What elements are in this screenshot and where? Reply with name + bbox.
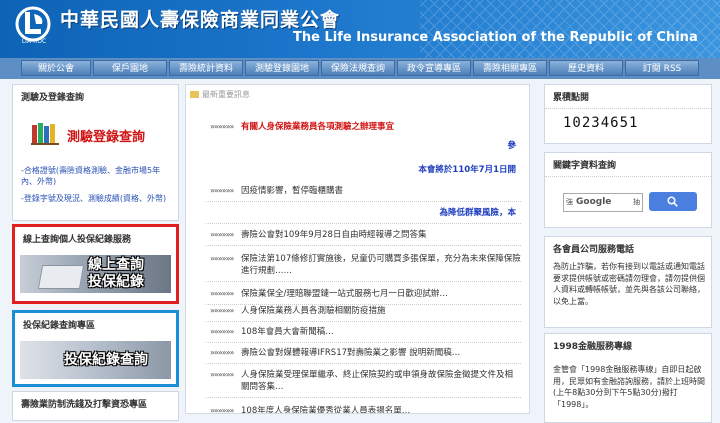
member-phone-text: 為防止詐騙，若你有接到以電話或通知電話要求提供帳號或密碼請勿理會，請勿提供個人資… — [553, 262, 705, 306]
online-record-box: 線上查詢個人投保紀錄服務 線上查詢 投保紀錄 — [12, 224, 179, 304]
laptop-icon — [37, 265, 85, 289]
record-query-banner-text: 投保紀錄查詢 — [64, 352, 148, 368]
record-query-heading: 投保紀錄查詢專區 — [23, 321, 96, 331]
online-record-heading: 線上查詢個人投保紀錄服務 — [23, 235, 132, 245]
news-title[interactable]: 108年會員大會新聞稿… — [241, 326, 521, 338]
news-arrows-icon: »»»»»» — [210, 370, 234, 379]
news-arrows-icon: »»»»»» — [210, 254, 234, 263]
news-arrows-icon: »»»»»» — [210, 230, 234, 239]
online-record-banner-line2: 投保紀錄 — [88, 274, 144, 290]
folder-icon — [190, 91, 199, 98]
news-arrows-icon: »»»»»» — [210, 186, 234, 195]
nav-exam-registration[interactable]: 測驗登錄園地 — [245, 60, 319, 76]
news-divider — [206, 397, 521, 398]
nav-policyholder[interactable]: 保戶園地 — [93, 60, 167, 76]
aml-box: 壽險業防制洗錢及打擊資恐專區 — [12, 391, 179, 421]
record-query-banner[interactable]: 投保紀錄查詢 — [20, 341, 171, 379]
counter-box: 累積點閱 10234651 — [544, 84, 712, 144]
nav-history[interactable]: 歷史資料 — [549, 60, 623, 76]
visit-counter: 10234651 — [563, 115, 639, 131]
site-header: LIA-ROC 中華民國人壽保險商業同業公會 The Life Insuranc… — [0, 0, 720, 58]
news-divider — [206, 201, 521, 202]
member-phone-heading[interactable]: 各會員公司服務電話 — [545, 237, 711, 260]
service-line-box: 1998金融服務專線 金管會「1998金融服務專線」自即日起啟用，民眾如有金融諮… — [544, 333, 712, 423]
news-arrows-icon: »»»»»» — [210, 406, 234, 414]
nav-statistics[interactable]: 壽險統計資料 — [169, 60, 243, 76]
nav-policy-promotion[interactable]: 政令宣導專區 — [397, 60, 471, 76]
news-title[interactable]: 為降低群聚風險，本 — [439, 207, 516, 219]
nav-related-zone[interactable]: 壽險相關專區 — [473, 60, 547, 76]
header-pattern — [420, 0, 720, 58]
news-title[interactable]: 因疫情影響，暫停臨櫃購書 — [241, 185, 521, 197]
latest-news-panel: 最新重要訊息 »»»»»» 有關人身保險業務員各項測驗之辦理事宜參本會將於110年… — [185, 84, 530, 414]
news-arrows-icon: »»»»»» — [210, 306, 234, 315]
record-query-box: 投保紀錄查詢專區 投保紀錄查詢 — [12, 310, 179, 387]
google-suffix: 抽 — [633, 198, 640, 206]
site-title-english: The Life Insurance Association of the Re… — [293, 30, 698, 45]
news-title[interactable]: 保險業保全/理賠聯盟鏈一站式服務七月一日歡迎試辦… — [241, 288, 521, 300]
google-label: Google — [576, 197, 612, 207]
member-phone-box: 各會員公司服務電話 為防止詐騙，若你有接到以電話或通知電話要求提供帳號或密碼請勿… — [544, 236, 712, 328]
news-divider — [206, 245, 521, 246]
news-title[interactable]: 人身保險業受理保單繼承、終止保險契約或申領身故保險金徵提文件及相關問答集… — [241, 369, 521, 393]
books-icon — [31, 123, 59, 145]
search-button[interactable] — [649, 192, 697, 211]
news-title[interactable]: 本會將於110年7月1日開 — [418, 164, 516, 176]
nav-about[interactable]: 關於公會 — [21, 60, 91, 76]
online-record-banner[interactable]: 線上查詢 投保紀錄 — [20, 255, 171, 293]
keyword-search-box: 關鍵字資料查詢 強 Google 抽 — [544, 152, 712, 228]
site-title-chinese: 中華民國人壽保險商業同業公會 — [60, 9, 341, 31]
registration-status-link[interactable]: -登錄字號及現況、測驗成績(資格、外幣) — [21, 193, 171, 204]
exam-query-box: 測驗及登錄查詢 測驗登錄查詢 -合格證號(壽險資格測驗、金融市場5年內、外幣) … — [12, 84, 179, 221]
news-title[interactable]: 108年度人身保險業優秀從業人員表揚名單… — [241, 405, 521, 413]
news-title[interactable]: 保險法第107條修訂實施後，兒童仍可購買多張保單，充分為未來保障保險進行規劃…… — [241, 253, 521, 277]
news-divider — [206, 281, 521, 282]
main-navigation: 關於公會 保戶園地 壽險統計資料 測驗登錄園地 保險法規查詢 政令宣導專區 壽險… — [0, 58, 720, 79]
news-title[interactable]: 參 — [507, 140, 516, 152]
news-arrows-icon: »»»»»» — [210, 122, 234, 131]
exam-query-heading: 測驗及登錄查詢 — [21, 93, 85, 103]
news-title[interactable]: 壽險公會對媒體報導IFRS17對壽險業之影響 說明新聞稿… — [241, 347, 521, 359]
news-divider — [206, 363, 521, 364]
nav-rss[interactable]: 訂閱 RSS — [625, 60, 699, 76]
keyword-search-heading: 關鍵字資料查詢 — [545, 153, 711, 177]
counter-heading: 累積點閱 — [545, 85, 711, 109]
news-arrows-icon: »»»»»» — [210, 348, 234, 357]
service-line-heading[interactable]: 1998金融服務專線 — [545, 334, 711, 357]
news-title[interactable]: 有關人身保險業務員各項測驗之辦理事宜 — [241, 121, 521, 133]
search-icon — [667, 196, 678, 207]
google-prefix: 強 — [566, 198, 573, 206]
news-divider — [206, 223, 521, 224]
news-arrows-icon: »»»»»» — [210, 327, 234, 336]
exam-registration-link[interactable]: 測驗登錄查詢 — [67, 126, 145, 145]
news-divider — [206, 342, 521, 343]
nav-regulations[interactable]: 保險法規查詢 — [321, 60, 395, 76]
left-sidebar: 測驗及登錄查詢 測驗登錄查詢 -合格證號(壽險資格測驗、金融市場5年內、外幣) … — [12, 84, 179, 421]
online-record-banner-line1: 線上查詢 — [88, 257, 144, 273]
latest-news-heading: 最新重要訊息 — [190, 89, 250, 100]
news-arrows-icon: »»»»»» — [210, 289, 234, 298]
news-divider — [206, 321, 521, 322]
google-search-input[interactable]: 強 Google 抽 — [563, 193, 643, 212]
service-line-text: 金管會「1998金融服務專線」自即日起啟用，民眾如有金融諮詢服務，請於上班時間(… — [553, 365, 705, 409]
news-title[interactable]: 人身保險業務人員各測驗相關防疫措施 — [241, 305, 521, 317]
logo-caption: LIA-ROC — [21, 38, 47, 45]
news-title[interactable]: 壽險公會對109年9月28日自由時經報導之問答集 — [241, 229, 521, 241]
latest-news-title: 最新重要訊息 — [202, 90, 250, 99]
certificate-number-link[interactable]: -合格證號(壽險資格測驗、金融市場5年內、外幣) — [21, 165, 171, 187]
